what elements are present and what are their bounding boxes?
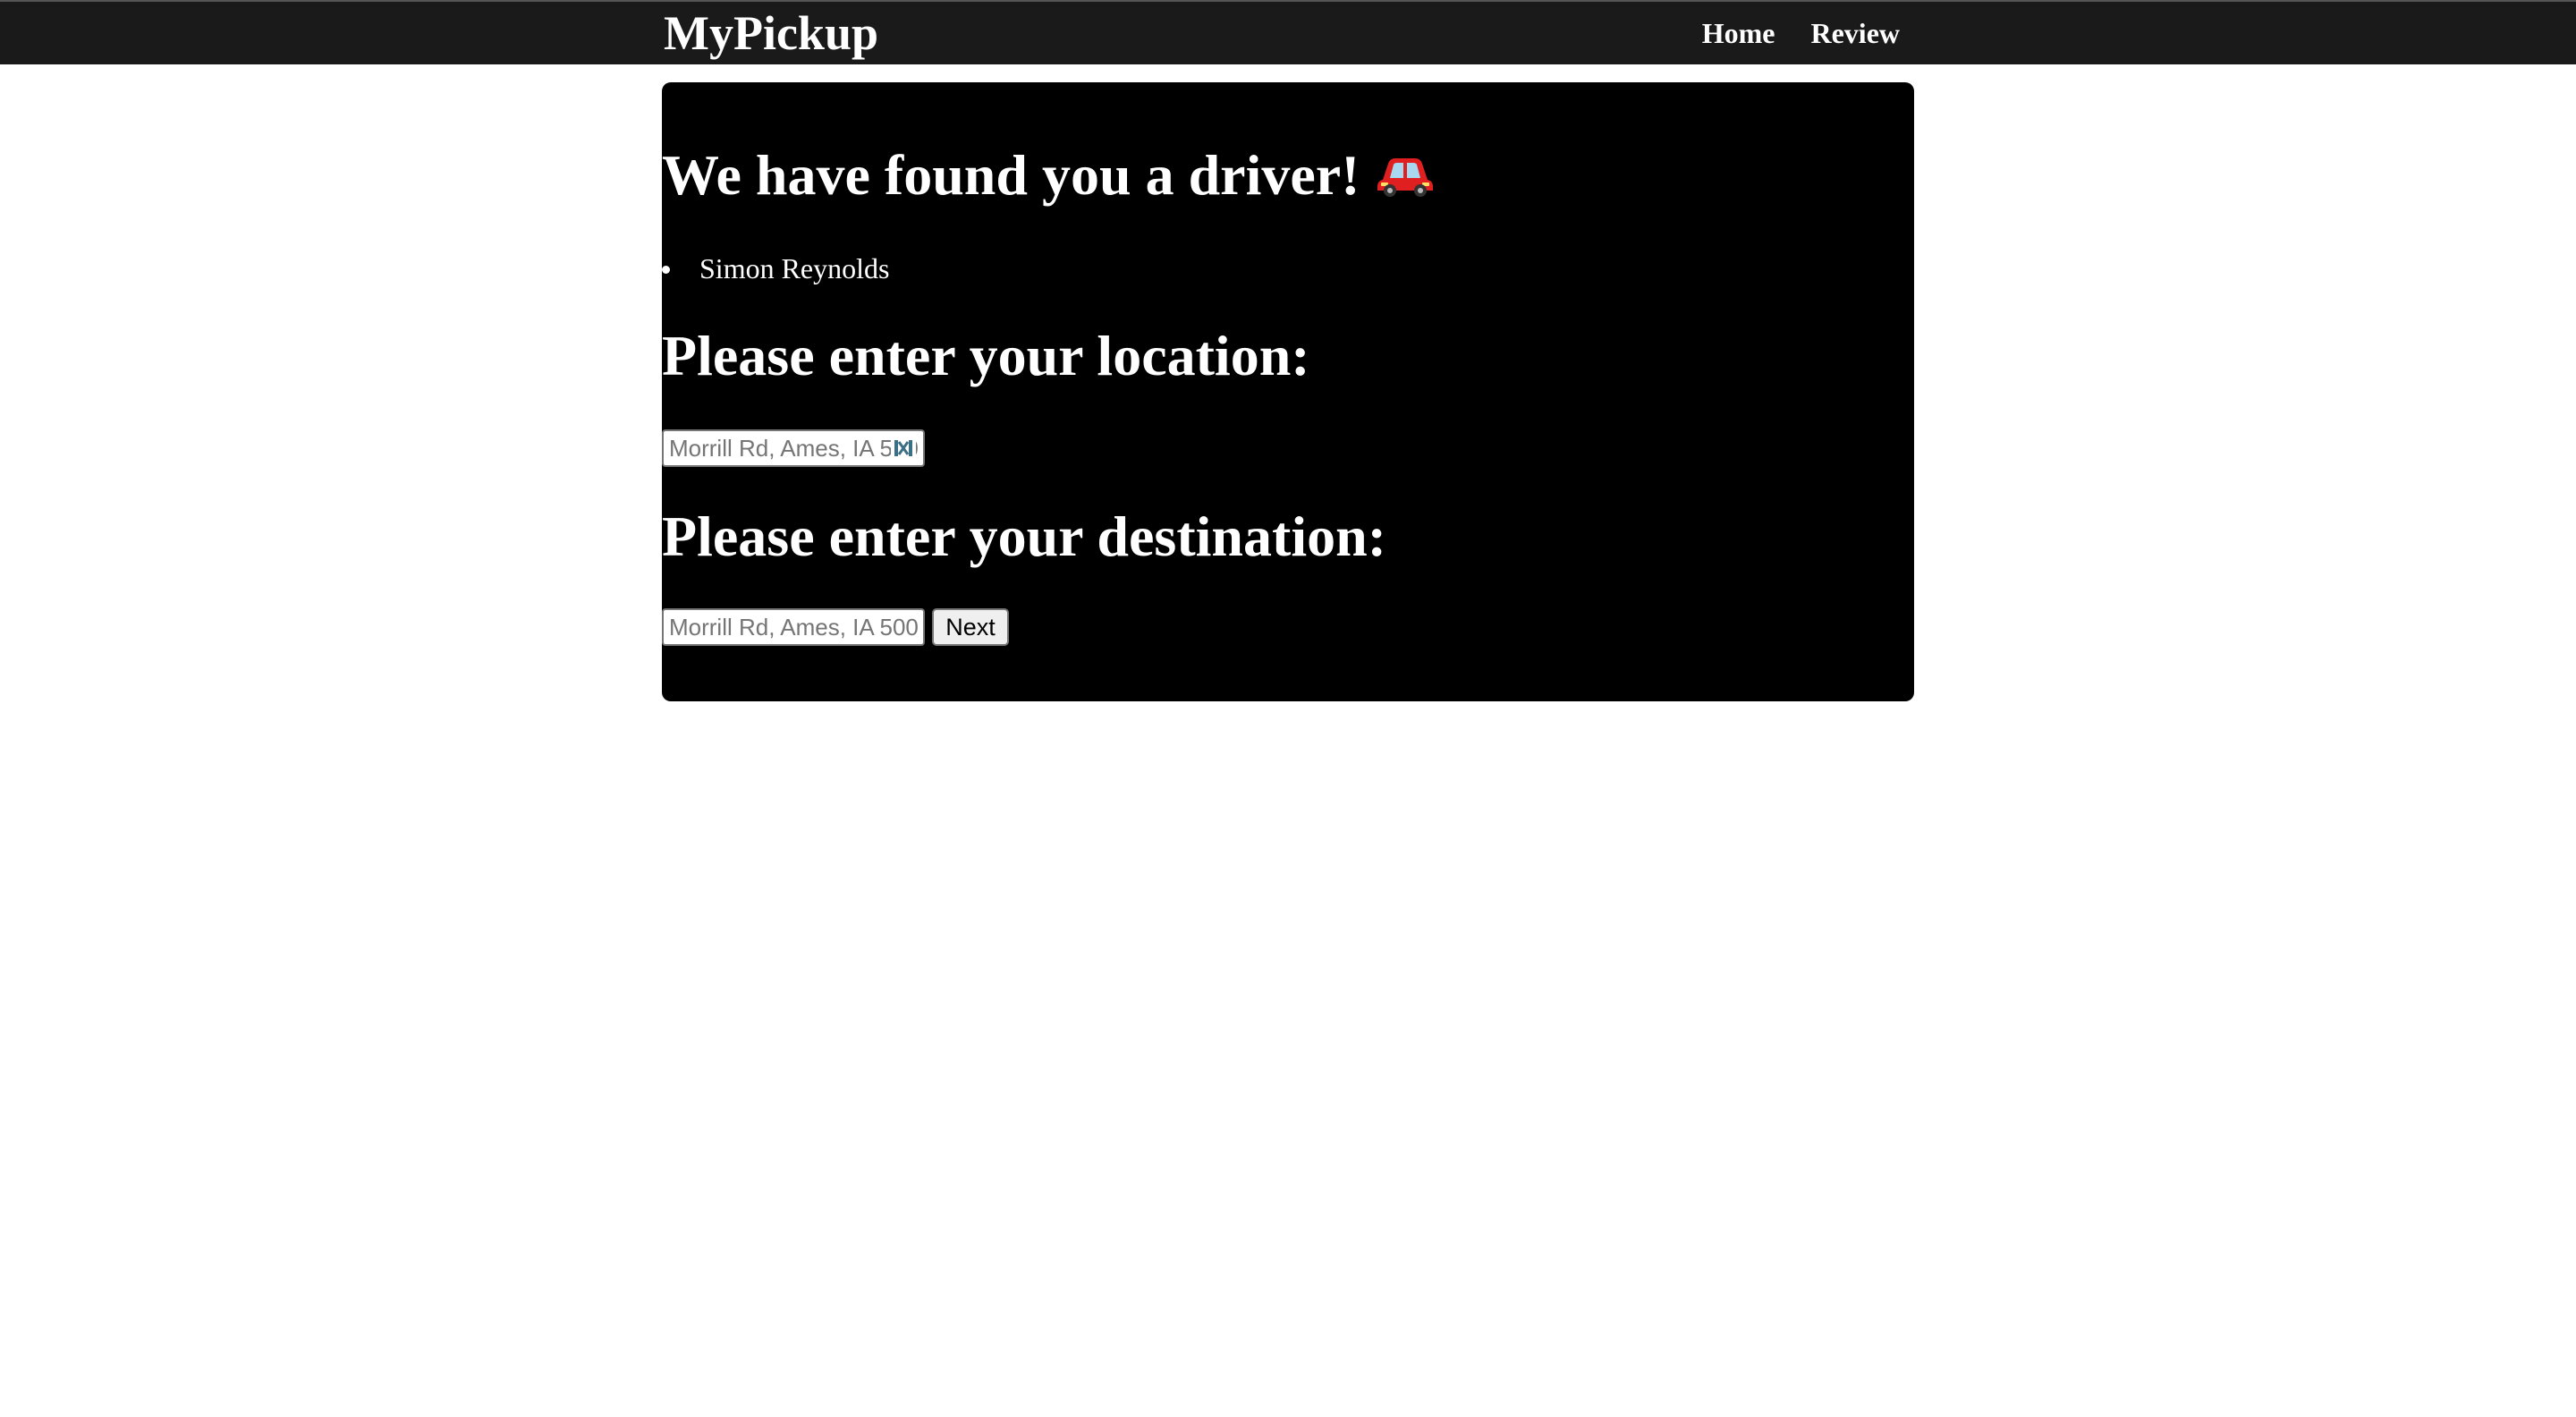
map-pin-icon[interactable] (891, 435, 916, 462)
destination-input[interactable] (662, 608, 925, 646)
ride-request-card: We have found you a driver! Simon Reynol… (662, 82, 1914, 701)
top-navbar: MyPickup Home Review (0, 0, 2576, 64)
nav-link-home[interactable]: Home (1702, 17, 1775, 50)
driver-list: Simon Reynolds (662, 250, 889, 286)
destination-heading: Please enter your destination: (662, 505, 1386, 568)
driver-name: Simon Reynolds (662, 250, 889, 286)
nav-link-review[interactable]: Review (1810, 17, 1900, 50)
nav-links: Home Review (1702, 2, 1900, 64)
location-heading: Please enter your location: (662, 324, 1310, 387)
driver-found-text: We have found you a driver! (662, 143, 1375, 207)
driver-found-heading: We have found you a driver! (662, 147, 1436, 204)
next-button[interactable]: Next (932, 608, 1009, 646)
car-icon (1374, 150, 1436, 197)
brand-logo[interactable]: MyPickup (664, 4, 878, 63)
location-input[interactable] (662, 429, 925, 467)
